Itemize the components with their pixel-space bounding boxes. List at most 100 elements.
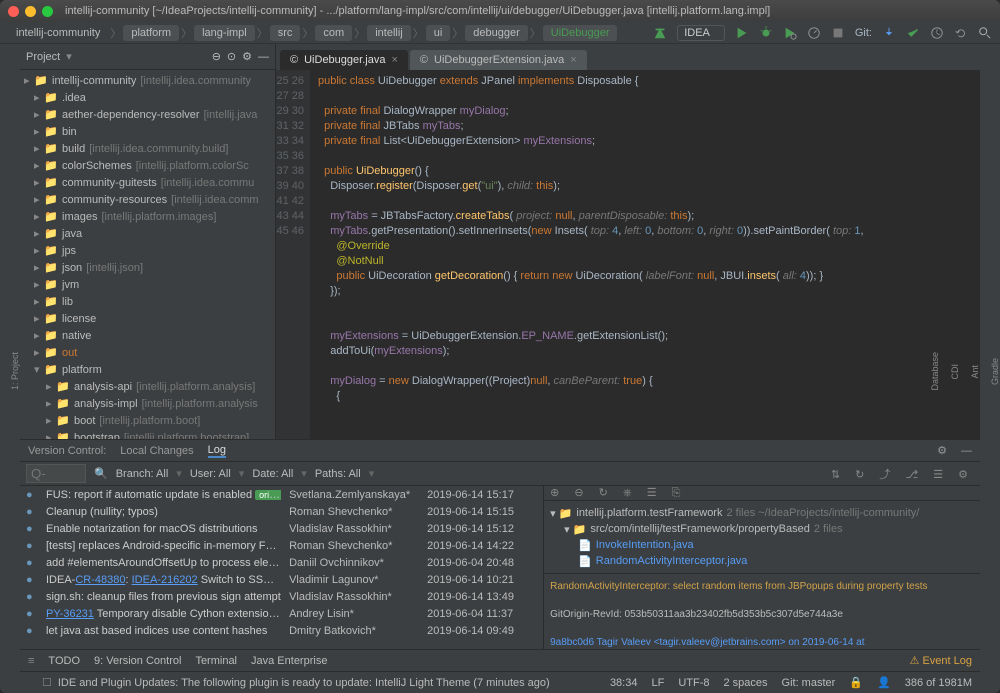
caret-pos[interactable]: 38:34 (610, 677, 638, 689)
tree-row[interactable]: ▸📁build[intellij.idea.community.build] (20, 140, 275, 157)
project-panel-title: Project (26, 51, 60, 63)
tree-row[interactable]: ▸📁analysis-impl[intellij.platform.analys… (20, 395, 275, 412)
tool-vcs[interactable]: 9: Version Control (94, 655, 181, 667)
encoding[interactable]: UTF-8 (678, 677, 709, 689)
vcs-commit-icon[interactable] (906, 26, 920, 40)
vcs-history-icon[interactable] (930, 26, 944, 40)
breadcrumb-item[interactable]: platform (123, 25, 179, 41)
filter-paths[interactable]: Paths: All (315, 468, 361, 480)
breadcrumb-item[interactable]: debugger (465, 25, 528, 41)
tree-row[interactable]: ▸📁aether-dependency-resolver[intellij.ja… (20, 106, 275, 123)
maximize-window[interactable] (42, 6, 53, 17)
tool-project[interactable]: 1: Project (10, 352, 20, 390)
vcs-update-icon[interactable] (882, 26, 896, 40)
debug-icon[interactable] (759, 26, 773, 40)
breadcrumb-item[interactable]: intellij-community (8, 25, 108, 41)
commit-row[interactable]: ●add #elementsAroundOffsetUp to process … (20, 554, 543, 571)
tree-row[interactable]: ▸📁bootstrap[intellij.platform.bootstrap] (20, 429, 275, 439)
tree-row[interactable]: ▸📁jvm (20, 276, 275, 293)
tree-row[interactable]: ▸📁bin (20, 123, 275, 140)
tree-row[interactable]: ▸📁colorSchemes[intellij.platform.colorSc (20, 157, 275, 174)
vcs-search-input[interactable] (26, 464, 86, 483)
tree-row[interactable]: ▾📁platform (20, 361, 275, 378)
git-branch[interactable]: Git: master (782, 677, 836, 689)
tool-javaee[interactable]: Java Enterprise (251, 655, 327, 667)
hide-icon[interactable]: — (961, 445, 972, 457)
filter-user[interactable]: User: All (190, 468, 231, 480)
tree-row[interactable]: ▸📁lib (20, 293, 275, 310)
tree-row[interactable]: ▸📁.idea (20, 89, 275, 106)
code-content[interactable]: public class UiDebugger extends JPanel i… (310, 70, 980, 439)
breadcrumb-item[interactable]: ui (426, 25, 451, 41)
hide-icon[interactable]: — (258, 51, 269, 63)
vcs-revert-icon[interactable] (954, 26, 968, 40)
memory[interactable]: 386 of 1981M (905, 677, 972, 689)
tree-row[interactable]: ▸📁jps (20, 242, 275, 259)
commit-row[interactable]: ●let java ast based indices use content … (20, 622, 543, 639)
tree-row[interactable]: ▸📁images[intellij.platform.images] (20, 208, 275, 225)
tree-row[interactable]: ▸📁license (20, 310, 275, 327)
run-config-selector[interactable]: IDEA (677, 25, 725, 41)
close-window[interactable] (8, 6, 19, 17)
commit-row[interactable]: ●FUS: report if automatic update is enab… (20, 486, 543, 503)
editor-tab[interactable]: ©UiDebugger.java× (280, 50, 408, 70)
tool-database[interactable]: Database (930, 352, 940, 391)
tool-gradle[interactable]: Gradle (990, 358, 1000, 385)
event-log[interactable]: ⚠ Event Log (910, 654, 972, 667)
commit-row[interactable]: ●[tests] replaces Android-specific in-me… (20, 537, 543, 554)
inspect-icon[interactable]: 👤 (877, 676, 891, 689)
search-icon[interactable] (978, 26, 992, 40)
breadcrumb-item[interactable]: src (270, 25, 301, 41)
collapse-icon[interactable]: ⊖ (212, 50, 221, 63)
filter-date[interactable]: Date: All (252, 468, 293, 480)
vcs-toolbar-icons[interactable]: ⇅ ↻ ⤴ ⎇ ☰ ⚙ (831, 466, 974, 482)
run-icon[interactable] (735, 26, 749, 40)
detail-toolbar-icons[interactable]: ⊕ ⊖ ↻ ⎈ ☰ ⎘ (550, 486, 686, 500)
indent[interactable]: 2 spaces (723, 677, 767, 689)
tree-row[interactable]: ▸📁intellij-community[intellij.idea.commu… (20, 72, 275, 89)
tree-row[interactable]: ▸📁boot[intellij.platform.boot] (20, 412, 275, 429)
tool-todo[interactable]: TODO (48, 655, 80, 667)
commit-row[interactable]: ●sign.sh: cleanup files from previous si… (20, 588, 543, 605)
tree-row[interactable]: ▸📁out (20, 344, 275, 361)
commit-row[interactable]: ●PY-36231 Temporary disable Cython exten… (20, 605, 543, 622)
tree-row[interactable]: ▸📁native (20, 327, 275, 344)
project-tree[interactable]: ▸📁intellij-community[intellij.idea.commu… (20, 70, 275, 439)
tree-row[interactable]: ▸📁analysis-api[intellij.platform.analysi… (20, 378, 275, 395)
tool-terminal[interactable]: Terminal (195, 655, 237, 667)
commit-row[interactable]: ●Cleanup (nullity; typos)Roman Shevchenk… (20, 503, 543, 520)
breadcrumb-item[interactable]: com (315, 25, 352, 41)
minimize-window[interactable] (25, 6, 36, 17)
detail-folder[interactable]: src/com/intellij/testFramework/propertyB… (590, 523, 809, 535)
tree-row[interactable]: ▸📁community-resources[intellij.idea.comm (20, 191, 275, 208)
vcs-tab-log[interactable]: Log (208, 444, 226, 458)
tool-ant[interactable]: Ant (970, 365, 980, 379)
tree-row[interactable]: ▸📁json[intellij.json] (20, 259, 275, 276)
tool-cdi[interactable]: CDI (950, 364, 960, 380)
coverage-icon[interactable] (783, 26, 797, 40)
breadcrumb-item[interactable]: UiDebugger (543, 25, 618, 41)
filter-branch[interactable]: Branch: All (116, 468, 169, 480)
right-tool-stripe: Gradle Ant CDI Database (980, 44, 1000, 693)
lock-icon[interactable]: 🔒 (849, 676, 863, 689)
detail-file[interactable]: RandomActivityInterceptor.java (596, 555, 748, 567)
tree-row[interactable]: ▸📁community-guitests[intellij.idea.commu (20, 174, 275, 191)
locate-icon[interactable]: ⊙ (227, 50, 236, 63)
profile-icon[interactable] (807, 26, 821, 40)
gear-icon[interactable]: ⚙ (937, 444, 947, 457)
breadcrumb-item[interactable]: intellij (367, 25, 411, 41)
vcs-tab-local[interactable]: Local Changes (120, 445, 193, 457)
commit-list[interactable]: ●FUS: report if automatic update is enab… (20, 486, 543, 649)
editor-tab[interactable]: ©UiDebuggerExtension.java× (410, 50, 587, 70)
gear-icon[interactable]: ⚙ (242, 50, 252, 63)
line-sep[interactable]: LF (651, 677, 664, 689)
detail-file[interactable]: InvokeIntention.java (596, 539, 694, 551)
commit-row[interactable]: ●IDEA-CR-48380: IDEA-216202 Switch to SS… (20, 571, 543, 588)
tool-window-bar: ≡ TODO 9: Version Control Terminal Java … (20, 649, 980, 671)
tree-row[interactable]: ▸📁java (20, 225, 275, 242)
commit-row[interactable]: ●Enable notarization for macOS distribut… (20, 520, 543, 537)
stop-icon[interactable] (831, 26, 845, 40)
breadcrumb-item[interactable]: lang-impl (194, 25, 255, 41)
detail-module[interactable]: intellij.platform.testFramework (576, 507, 722, 519)
build-icon[interactable] (653, 26, 667, 40)
